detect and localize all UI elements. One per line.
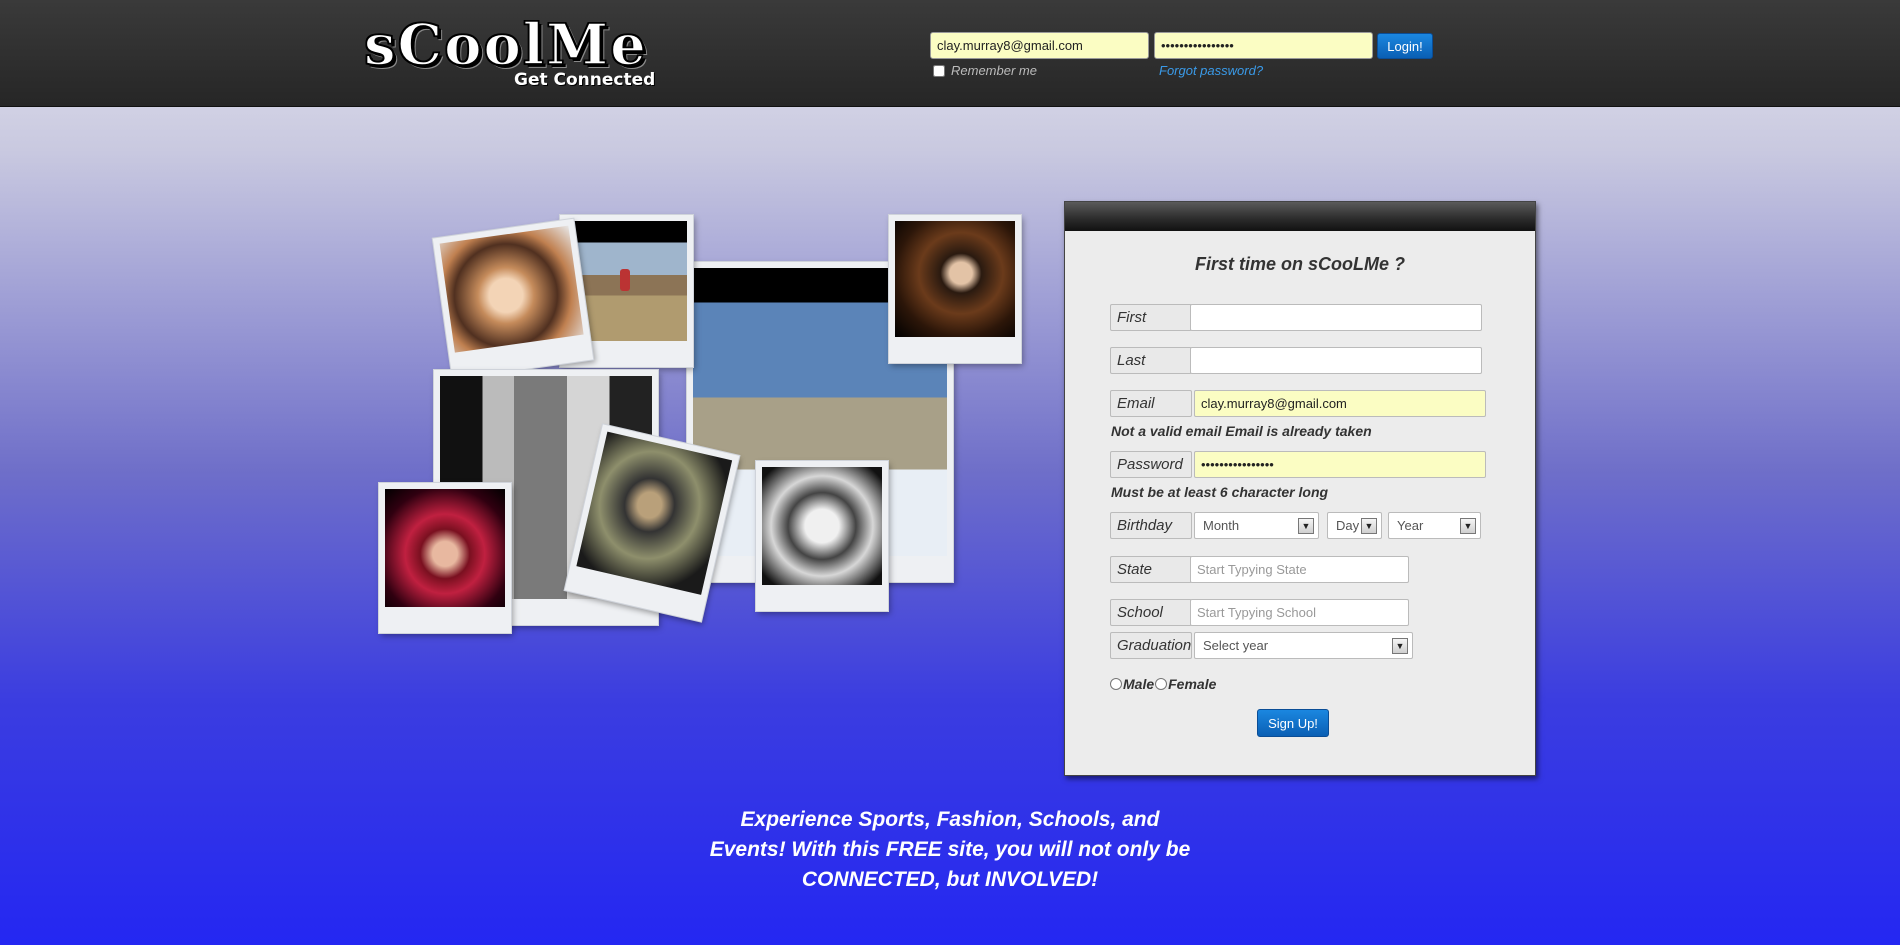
graduation-value: Select year [1203,638,1269,653]
password-error: Must be at least 6 character long [1111,484,1329,500]
photo-blonde-girl [432,218,594,380]
first-name-input[interactable] [1190,304,1482,331]
first-name-label: First [1110,304,1192,331]
birth-month-select[interactable]: Month ▼ [1194,512,1319,539]
site-tagline: Experience Sports, Fashion, Schools, and… [700,805,1200,895]
photo-girl-bw [756,461,888,611]
last-name-input[interactable] [1190,347,1482,374]
birth-month-value: Month [1203,518,1240,533]
signup-button[interactable]: Sign Up! [1257,709,1329,737]
login-email-input[interactable] [930,32,1149,59]
birth-day-select[interactable]: Day ▼ [1327,512,1382,539]
photo-red-girl [379,483,511,633]
chevron-down-icon[interactable]: ▼ [1298,518,1314,534]
email-input[interactable] [1194,390,1486,417]
login-button[interactable]: Login! [1377,33,1433,59]
last-name-label: Last [1110,347,1192,374]
panel-header [1065,202,1535,231]
school-label: School [1110,599,1192,626]
school-input[interactable] [1190,599,1409,626]
remember-me-label: Remember me [951,63,1037,78]
logo-text: sCoolMe [363,11,648,79]
tagline-line-2: Events! With this FREE site, you will no… [709,838,1191,861]
state-label: State [1110,556,1192,583]
photo-man-bowtie [889,215,1021,363]
password-label: Password [1110,451,1192,478]
graduation-label: Graduation [1110,632,1192,659]
graduation-select[interactable]: Select year ▼ [1194,632,1413,659]
password-input[interactable] [1194,451,1486,478]
login-password-input[interactable] [1154,32,1373,59]
remember-me-checkbox[interactable] [933,64,945,77]
site-logo[interactable]: sCoolMe Get Connected [363,11,664,92]
chevron-down-icon[interactable]: ▼ [1361,518,1377,534]
state-input[interactable] [1190,556,1409,583]
birth-year-value: Year [1397,518,1424,533]
birth-day-value: Day [1336,518,1360,533]
female-label: Female [1168,676,1217,692]
top-bar: sCoolMe Get Connected Login! Remember me… [0,0,1900,107]
email-error: Not a valid email Email is already taken [1111,423,1372,439]
male-radio[interactable] [1110,678,1122,690]
chevron-down-icon[interactable]: ▼ [1460,518,1476,534]
photo-collage [370,205,1030,645]
male-label: Male [1123,676,1155,692]
email-label: Email [1110,390,1192,417]
signup-title: First time on sCooLMe ? [1194,254,1405,274]
tagline-line-3: CONNECTED, but INVOLVED! [801,868,1099,891]
birth-year-select[interactable]: Year ▼ [1388,512,1481,539]
birthday-label: Birthday [1110,512,1192,539]
gender-group: Male Female [1110,676,1216,692]
forgot-password-link[interactable]: Forgot password? [1159,63,1263,78]
logo-tagline: Get Connected [514,70,656,90]
female-radio[interactable] [1155,678,1168,690]
chevron-down-icon[interactable]: ▼ [1392,638,1408,654]
signup-panel: First time on sCooLMe ? First Last Email… [1064,201,1536,776]
remember-me[interactable]: Remember me [933,63,1037,78]
tagline-line-1: Experience Sports, Fashion, Schools, and [740,808,1160,831]
